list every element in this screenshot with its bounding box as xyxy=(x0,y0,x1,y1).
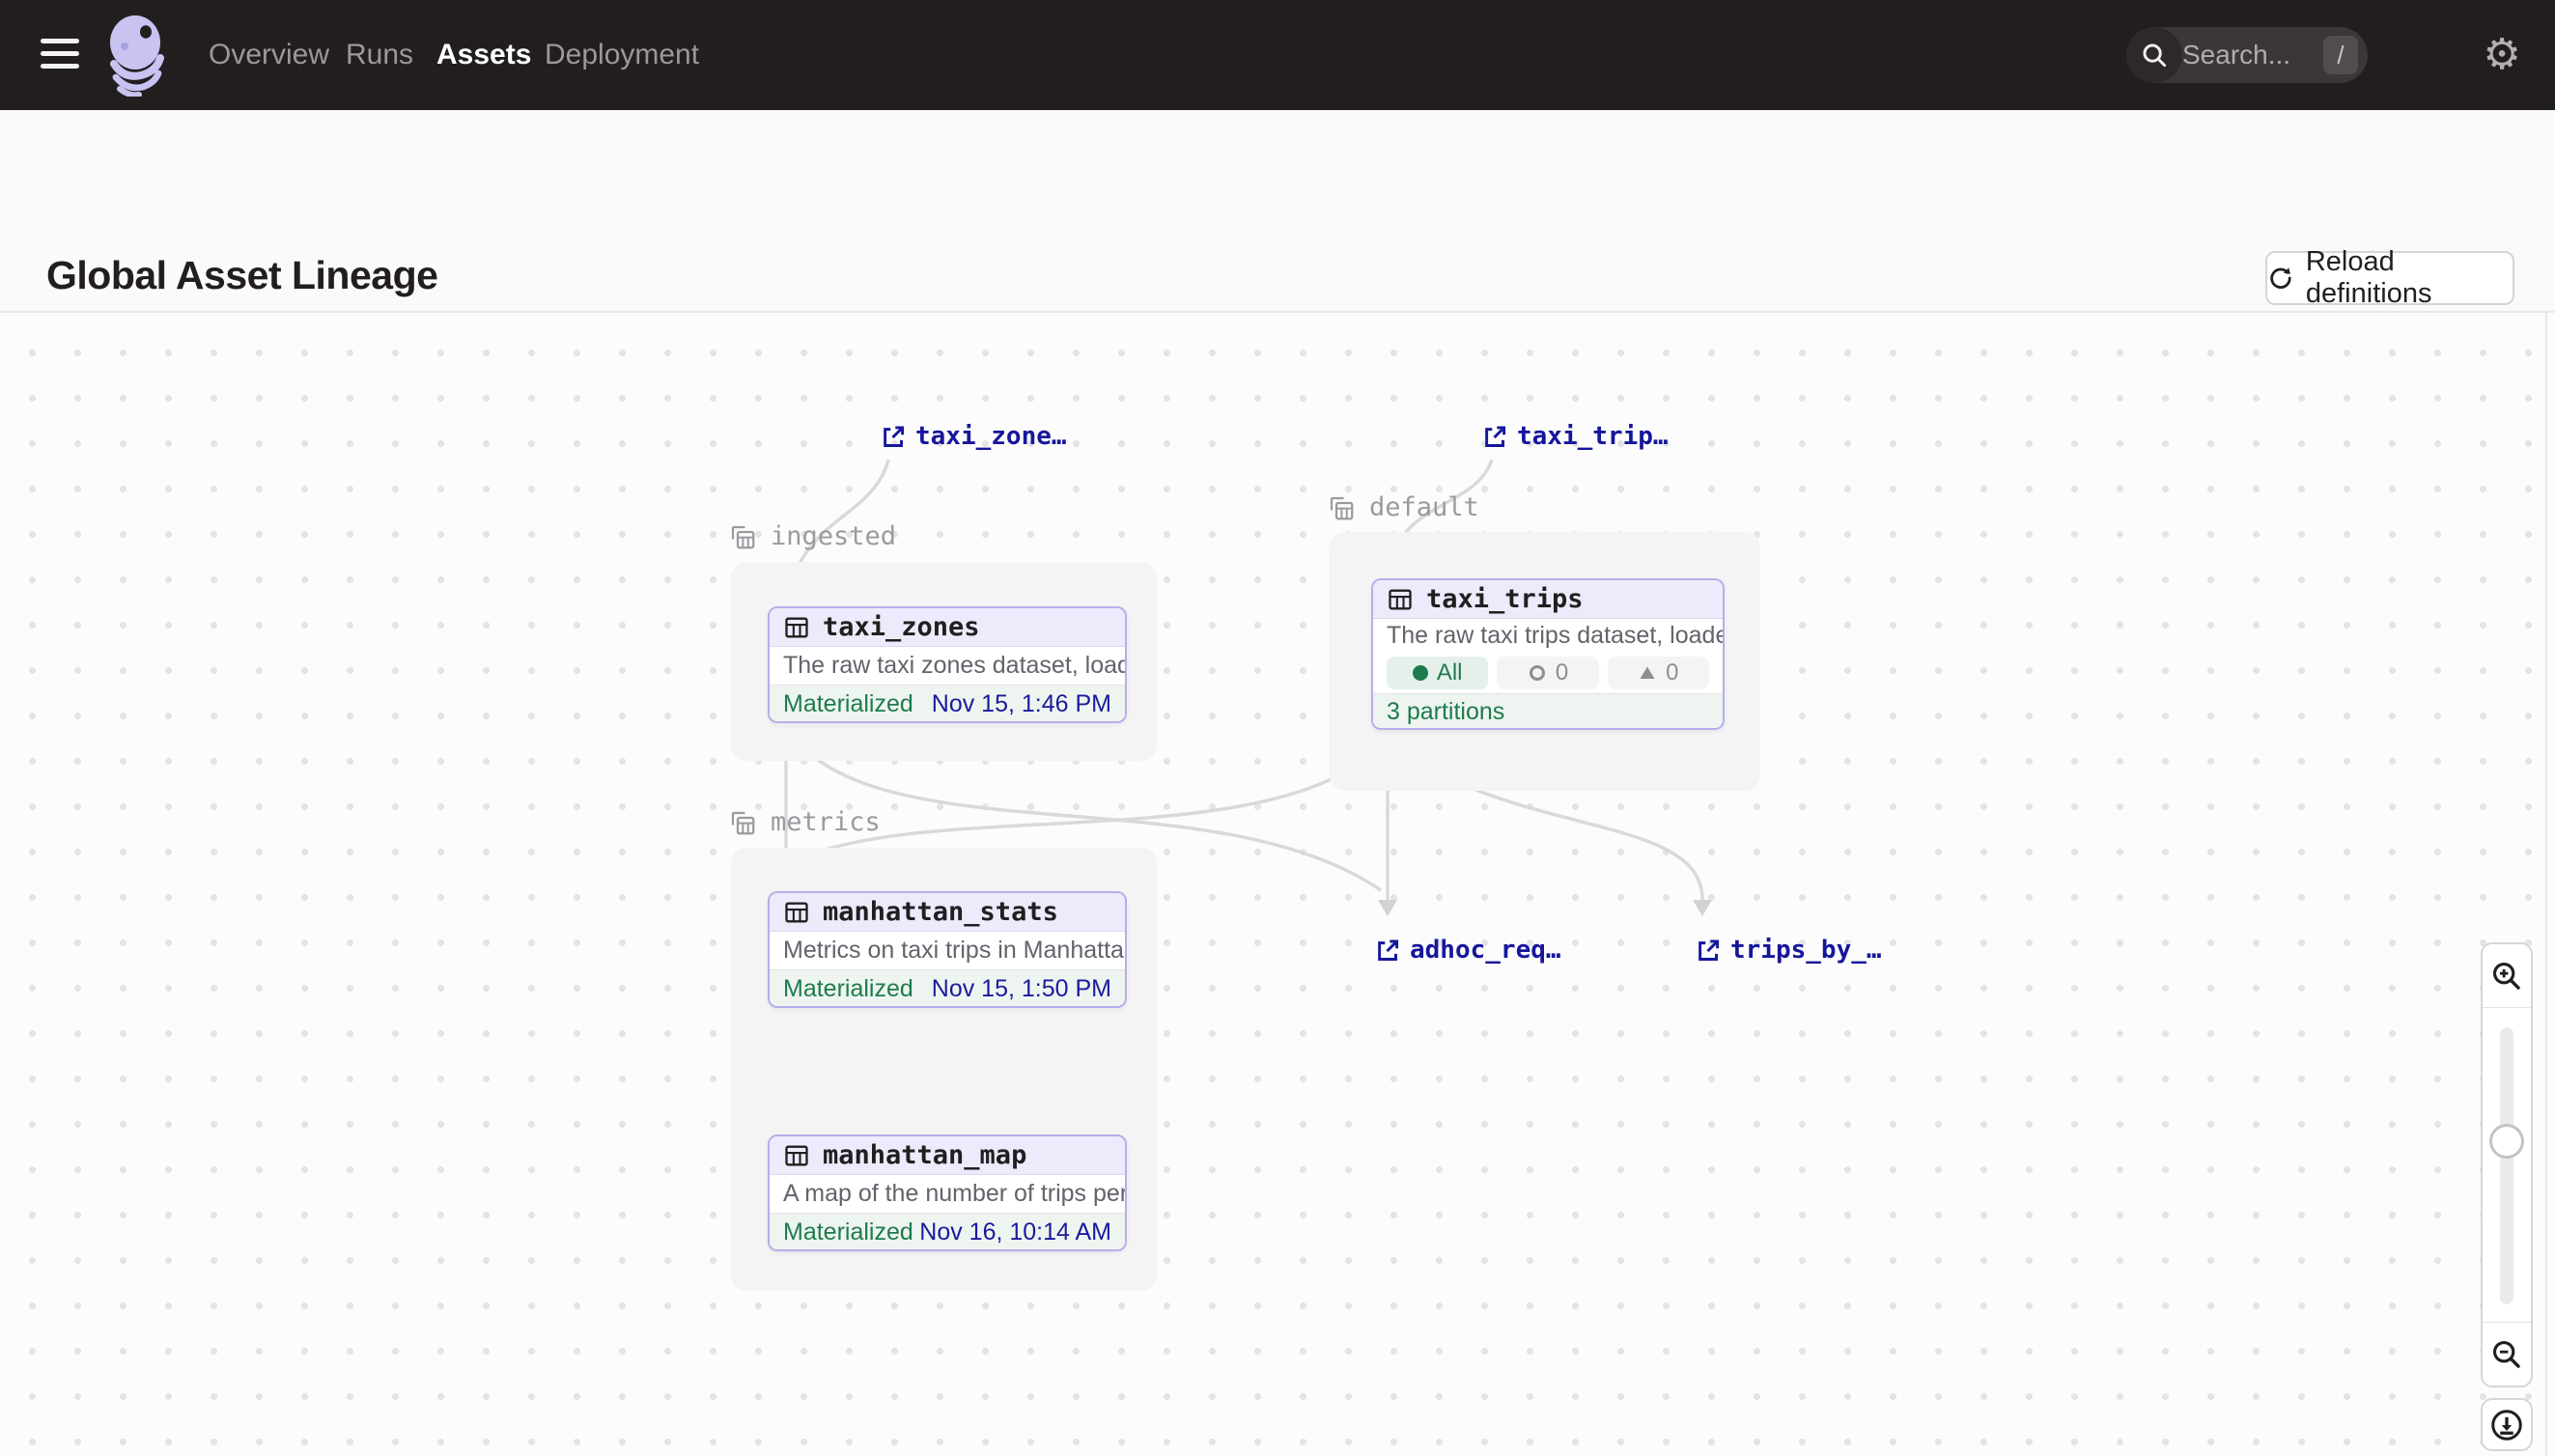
external-asset-link-taxi-zones-file[interactable]: taxi_zone… xyxy=(880,422,1067,451)
zoom-in-button[interactable] xyxy=(2483,944,2531,1008)
external-link-icon xyxy=(880,424,906,450)
external-asset-link-taxi-trips-file[interactable]: taxi_trip… xyxy=(1481,422,1669,451)
reload-definitions-button[interactable]: Reload definitions xyxy=(2265,251,2514,305)
partitions-failed-count: 0 xyxy=(1666,659,1678,686)
partitions-failed-badge[interactable]: 0 xyxy=(1608,657,1709,689)
zoom-slider-track[interactable] xyxy=(2500,1027,2513,1304)
hamburger-menu-icon[interactable] xyxy=(41,39,79,71)
download-image-button[interactable] xyxy=(2481,1398,2533,1451)
status-badge: Materialized xyxy=(783,690,913,718)
asset-node-header: taxi_zones xyxy=(770,608,1125,647)
asset-description: The raw taxi trips dataset, loaded into … xyxy=(1373,619,1723,652)
zoom-slider[interactable] xyxy=(2483,1008,2531,1324)
zoom-out-icon xyxy=(2490,1338,2523,1371)
asset-status-footer: 3 partitions xyxy=(1373,693,1723,730)
asset-node-header: manhattan_map xyxy=(770,1136,1125,1175)
partitions-all-badge[interactable]: All xyxy=(1387,657,1488,689)
lineage-edges xyxy=(0,313,2555,1456)
group-label-ingested[interactable]: ingested xyxy=(728,521,896,551)
reload-definitions-label: Reload definitions xyxy=(2306,246,2513,310)
table-icon xyxy=(783,614,810,641)
asset-title: manhattan_map xyxy=(823,1140,1026,1170)
nav-item-overview[interactable]: Overview xyxy=(209,0,329,110)
partitions-missing-badge[interactable]: 0 xyxy=(1497,657,1598,689)
asset-node-taxi-zones[interactable]: taxi_zones The raw taxi zones dataset, l… xyxy=(768,606,1127,723)
page-title: Global Asset Lineage xyxy=(46,253,437,298)
external-link-icon xyxy=(1695,938,1721,964)
asset-group-icon xyxy=(728,522,757,551)
group-name: default xyxy=(1369,492,1479,522)
group-name: ingested xyxy=(771,521,896,551)
asset-group-icon xyxy=(1327,493,1356,522)
global-search[interactable]: / xyxy=(2126,27,2368,83)
asset-node-manhattan-stats[interactable]: manhattan_stats Metrics on taxi trips in… xyxy=(768,891,1127,1008)
reload-icon xyxy=(2267,264,2294,293)
zoom-slider-thumb[interactable] xyxy=(2489,1124,2524,1159)
asset-node-taxi-trips[interactable]: taxi_trips The raw taxi trips dataset, l… xyxy=(1371,578,1725,730)
partition-count-label[interactable]: 3 partitions xyxy=(1387,698,1504,726)
nav-item-deployment[interactable]: Deployment xyxy=(545,0,699,110)
materialization-timestamp[interactable]: Nov 16, 10:14 AM xyxy=(919,1218,1111,1246)
external-asset-label: adhoc_req… xyxy=(1410,936,1561,965)
search-shortcut-badge: / xyxy=(2323,36,2358,74)
status-badge: Materialized xyxy=(783,975,913,1003)
dagster-logo xyxy=(102,14,176,97)
asset-description: Metrics on taxi trips in Manhattan xyxy=(770,932,1125,969)
asset-node-header: taxi_trips xyxy=(1373,580,1723,619)
gear-icon[interactable]: ⚙ xyxy=(2478,31,2526,79)
asset-status-footer: Materialized Nov 15, 1:50 PM xyxy=(770,969,1125,1008)
asset-description: The raw taxi zones dataset, loaded int..… xyxy=(770,647,1125,685)
table-icon xyxy=(783,1142,810,1169)
nav-item-assets[interactable]: Assets xyxy=(436,0,531,110)
table-icon xyxy=(783,899,810,926)
partitions-all-label: All xyxy=(1437,659,1463,686)
asset-description: A map of the number of trips per taxi z.… xyxy=(770,1175,1125,1213)
partitions-missing-count: 0 xyxy=(1556,659,1568,686)
zoom-control-panel xyxy=(2481,942,2533,1387)
nav-item-runs[interactable]: Runs xyxy=(346,0,413,110)
asset-status-footer: Materialized Nov 15, 1:46 PM xyxy=(770,685,1125,723)
page-header: Global Asset Lineage Reload definitions … xyxy=(0,110,2555,313)
asset-title: manhattan_stats xyxy=(823,897,1058,927)
materialization-timestamp[interactable]: Nov 15, 1:50 PM xyxy=(932,975,1111,1003)
asset-title: taxi_zones xyxy=(823,612,980,642)
search-icon xyxy=(2126,27,2182,83)
asset-status-footer: Materialized Nov 16, 10:14 AM xyxy=(770,1213,1125,1251)
external-asset-label: trips_by_… xyxy=(1730,936,1882,965)
status-badge: Materialized xyxy=(783,1218,913,1246)
external-asset-link-trips-by[interactable]: trips_by_… xyxy=(1695,936,1882,965)
asset-group-icon xyxy=(728,808,757,837)
ring-icon xyxy=(1528,663,1547,683)
asset-node-header: manhattan_stats xyxy=(770,893,1125,932)
external-asset-label: taxi_zone… xyxy=(915,422,1067,451)
group-label-default[interactable]: default xyxy=(1327,492,1479,522)
external-link-icon xyxy=(1481,424,1507,450)
group-label-metrics[interactable]: metrics xyxy=(728,807,881,837)
table-icon xyxy=(1387,586,1414,613)
group-name: metrics xyxy=(771,807,881,837)
materialization-timestamp[interactable]: Nov 15, 1:46 PM xyxy=(932,690,1111,718)
success-dot-icon xyxy=(1413,665,1428,681)
download-icon xyxy=(2489,1408,2524,1442)
triangle-icon xyxy=(1638,663,1657,683)
asset-title: taxi_trips xyxy=(1426,584,1584,614)
external-link-icon xyxy=(1374,938,1400,964)
external-asset-label: taxi_trip… xyxy=(1517,422,1669,451)
zoom-in-icon xyxy=(2490,960,2523,993)
partition-health-row: All 0 0 xyxy=(1373,652,1723,693)
asset-node-manhattan-map[interactable]: manhattan_map A map of the number of tri… xyxy=(768,1134,1127,1251)
lineage-canvas[interactable]: ingested default metrics xyxy=(0,313,2555,1456)
zoom-out-button[interactable] xyxy=(2483,1322,2531,1386)
canvas-right-divider xyxy=(2545,313,2547,1456)
external-asset-link-adhoc-request[interactable]: adhoc_req… xyxy=(1374,936,1561,965)
top-navbar: Overview Runs Assets Deployment / ⚙ xyxy=(0,0,2555,110)
search-input[interactable] xyxy=(2182,40,2323,70)
